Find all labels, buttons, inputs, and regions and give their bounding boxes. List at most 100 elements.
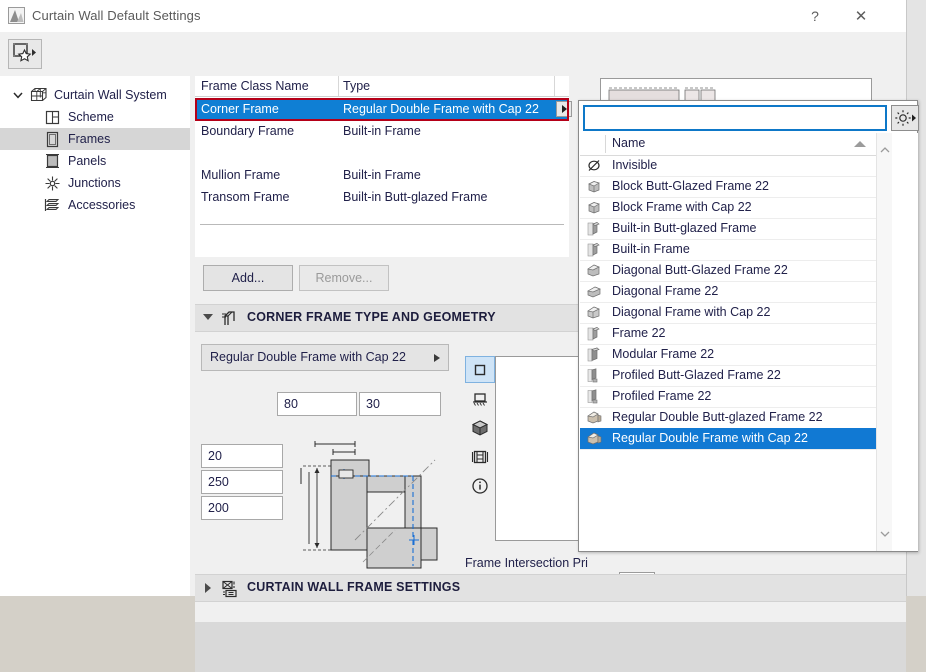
frame-type-combobox[interactable]: Regular Double Frame with Cap 22	[201, 344, 449, 371]
column-header-frame-class-name: Frame Class Name	[201, 79, 309, 93]
toolbar: Default	[0, 32, 906, 90]
section-title: CURTAIN WALL FRAME SETTINGS	[247, 580, 461, 594]
list-item-label: Block Butt-Glazed Frame 22	[612, 179, 770, 193]
scheme-icon	[44, 109, 61, 126]
frame-preview-thumbnail	[600, 78, 872, 102]
frame-thumb-icon	[585, 283, 604, 300]
sidebar-item-curtain-wall-system[interactable]: Curtain Wall System	[0, 84, 220, 106]
list-item-label: Regular Double Frame with Cap 22	[612, 431, 808, 445]
frame-thumb-icon	[585, 430, 604, 447]
curtain-wall-frame-settings-icon	[221, 579, 240, 598]
frame-thumb-icon	[585, 304, 604, 321]
list-item-label: Profiled Butt-Glazed Frame 22	[612, 368, 781, 382]
frame-thumb-icon	[585, 367, 604, 384]
chevron-right-icon[interactable]	[205, 583, 211, 593]
frame-class-list: Frame Class Name Type Corner Frame Regul…	[195, 76, 572, 258]
value-a-field[interactable]: 20	[201, 444, 283, 468]
add-button[interactable]: Add...	[203, 265, 293, 291]
sidebar-label: Frames	[68, 132, 111, 146]
section-header-curtain-wall-frame-settings[interactable]: CURTAIN WALL FRAME SETTINGS	[195, 574, 906, 602]
gear-icon	[895, 110, 916, 126]
sidebar-label: Panels	[68, 154, 107, 168]
table-row[interactable]: Boundary Frame Built-in Frame	[195, 121, 569, 143]
sidebar-label: Junctions	[68, 176, 121, 190]
depth-top-value: 30	[366, 397, 380, 411]
remove-button: Remove...	[299, 265, 389, 291]
scroll-down-icon[interactable]	[880, 527, 890, 541]
table-row[interactable]: Mullion Frame Built-in Frame	[195, 165, 569, 187]
depth-top-field[interactable]: 30	[359, 392, 441, 416]
column-header-type: Type	[343, 79, 371, 93]
view-mode-iconbar	[465, 356, 495, 496]
list-item[interactable]: Built-in Frame	[580, 239, 876, 261]
popup-scrollbar[interactable]	[876, 133, 893, 551]
sidebar-label: Accessories	[68, 198, 136, 212]
column-header-name: Name	[612, 136, 646, 150]
frame-class-name: Boundary Frame	[201, 124, 295, 138]
chevron-down-icon[interactable]	[203, 314, 213, 320]
list-item[interactable]: Frame 22	[580, 323, 876, 345]
list-item[interactable]: Profiled Butt-Glazed Frame 22	[580, 365, 876, 387]
list-item-label: Invisible	[612, 158, 658, 172]
popup-right-filler	[892, 133, 918, 551]
frame-type-list[interactable]: Invisible Block Butt-Glazed Frame 22 Blo…	[580, 155, 876, 515]
table-row[interactable]: Corner Frame Regular Double Frame with C…	[195, 99, 569, 121]
frame-thumb-icon	[585, 346, 604, 363]
column-divider	[554, 76, 555, 97]
help-icon: ?	[811, 8, 819, 24]
list-item[interactable]: Profiled Frame 22	[580, 386, 876, 408]
help-button[interactable]: ?	[792, 0, 838, 32]
3d-view-icon[interactable]	[465, 414, 495, 441]
table-row[interactable]: Transom Frame Built-in Butt-glazed Frame	[195, 187, 569, 209]
section-view-icon[interactable]	[465, 385, 495, 412]
sidebar-label: Curtain Wall System	[54, 88, 167, 102]
column-divider	[605, 135, 606, 153]
list-item[interactable]: Diagonal Butt-Glazed Frame 22	[580, 260, 876, 282]
close-icon: ✕	[854, 8, 868, 25]
frame-type-dropdown-popup: Name Invisible Block Butt-Glazed Frame 2…	[578, 100, 919, 552]
frame-list-header: Frame Class Name Type	[195, 76, 569, 97]
invisible-icon	[585, 157, 604, 174]
frame-thumb-icon	[585, 409, 604, 426]
list-item[interactable]: Regular Double Butt-glazed Frame 22	[580, 407, 876, 429]
2d-view-icon[interactable]	[465, 356, 495, 383]
list-item-label: Regular Double Butt-glazed Frame 22	[612, 410, 823, 424]
corner-frame-geometry-icon	[221, 309, 240, 328]
frame-thumb-icon	[585, 325, 604, 342]
list-item[interactable]: Built-in Butt-glazed Frame	[580, 218, 876, 240]
list-item[interactable]: Regular Double Frame with Cap 22	[580, 428, 876, 450]
info-icon[interactable]	[465, 472, 495, 499]
list-item[interactable]: Block Frame with Cap 22	[580, 197, 876, 219]
list-item-label: Diagonal Frame with Cap 22	[612, 305, 771, 319]
list-item-label: Built-in Butt-glazed Frame	[612, 221, 757, 235]
list-item-label: Block Frame with Cap 22	[612, 200, 752, 214]
row-expand-button[interactable]	[556, 101, 572, 117]
value-b-field[interactable]: 250	[201, 470, 283, 494]
list-item-label: Modular Frame 22	[612, 347, 715, 361]
value-c-field[interactable]: 200	[201, 496, 283, 520]
list-item[interactable]: Diagonal Frame 22	[580, 281, 876, 303]
accessories-icon	[44, 197, 61, 214]
close-button[interactable]: ✕	[838, 0, 884, 32]
frame-list-actions: Add... Remove...	[195, 257, 569, 298]
corner-frame-diagram	[300, 441, 438, 569]
scroll-up-icon[interactable]	[880, 143, 890, 157]
frame-class-name: Transom Frame	[201, 190, 290, 204]
width-top-field[interactable]: 80	[277, 392, 357, 416]
frame-thumb-icon	[585, 220, 604, 237]
list-view-icon[interactable]	[465, 443, 495, 470]
list-item[interactable]: Invisible	[580, 155, 876, 177]
list-item[interactable]: Block Butt-Glazed Frame 22	[580, 176, 876, 198]
frame-type: Built-in Frame	[343, 168, 421, 182]
frame-thumb-icon	[585, 241, 604, 258]
list-item[interactable]: Diagonal Frame with Cap 22	[580, 302, 876, 324]
popup-settings-button[interactable]	[891, 105, 919, 131]
search-input[interactable]	[583, 105, 887, 131]
popup-column-header[interactable]: Name	[580, 133, 876, 156]
junctions-icon	[44, 175, 61, 192]
section-title: CORNER FRAME TYPE AND GEOMETRY	[247, 310, 496, 324]
list-item[interactable]: Modular Frame 22	[580, 344, 876, 366]
favorites-button[interactable]	[8, 39, 42, 69]
frame-type: Built-in Butt-glazed Frame	[343, 190, 488, 204]
chevron-down-icon[interactable]	[12, 89, 24, 101]
